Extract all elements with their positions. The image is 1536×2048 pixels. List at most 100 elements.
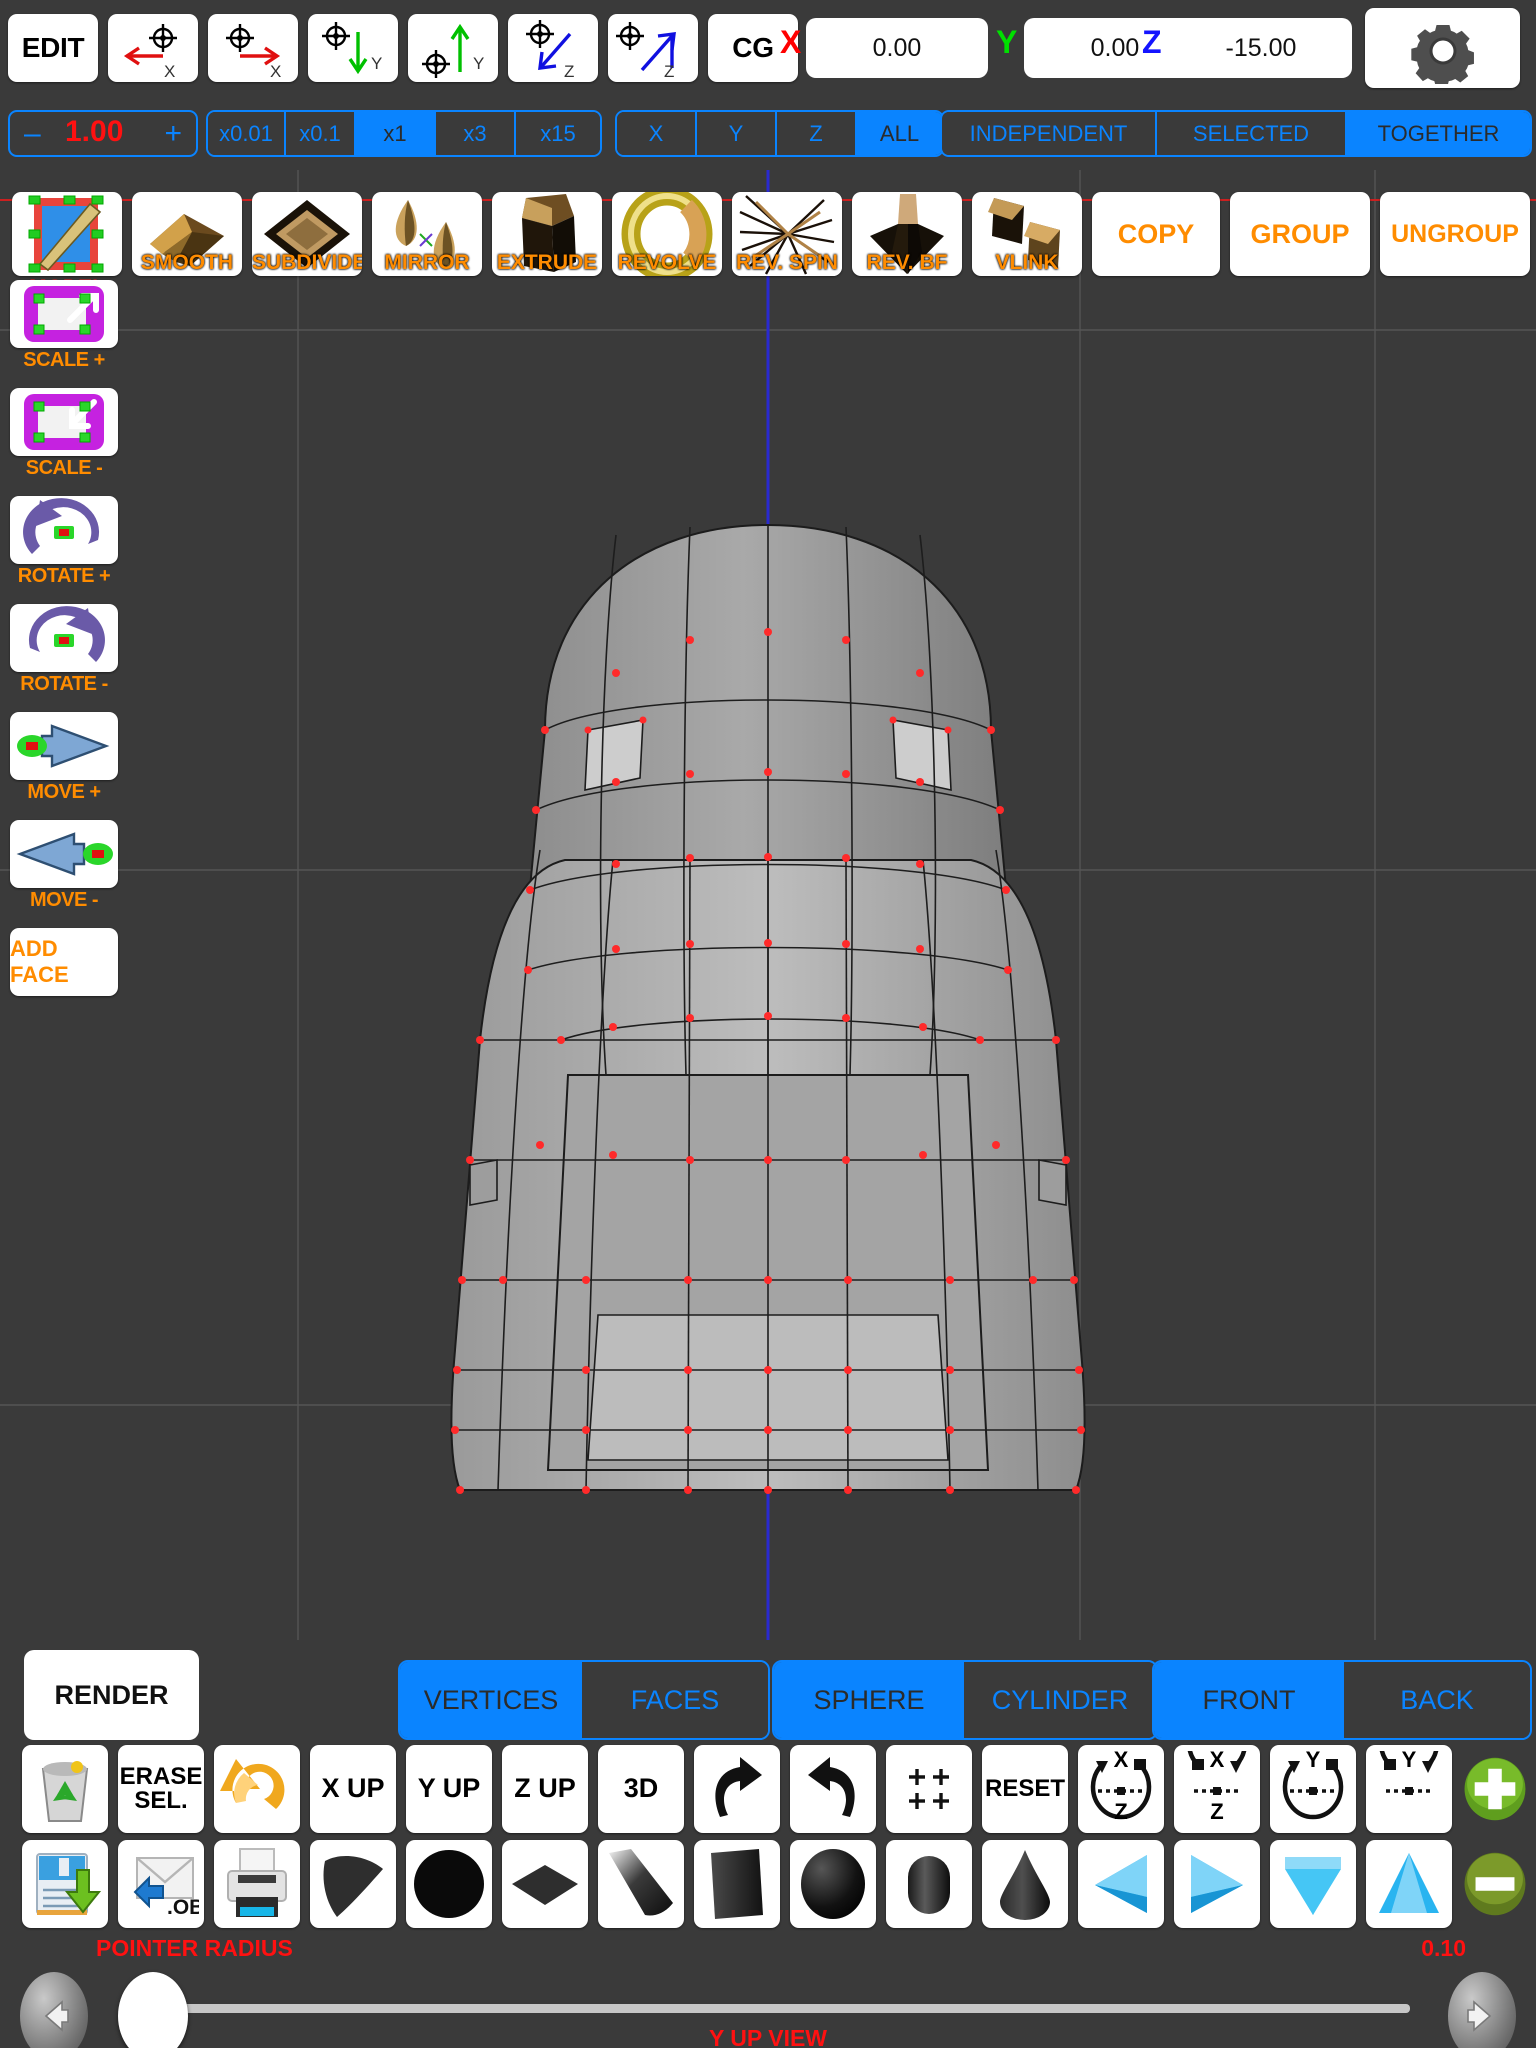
rev-bf-button[interactable]: REV. BF [852,192,962,276]
sidebar-item-rotate-plus[interactable]: ROTATE + [10,496,118,588]
sidebar-item-add-face[interactable]: ADD FACE [10,928,118,996]
coord-input-x[interactable]: 0.00 [806,18,988,78]
rotate-y-ccw-button[interactable]: Y [1270,1745,1356,1833]
3d-viewport[interactable] [0,170,1536,1640]
tab-sphere[interactable]: SPHERE [774,1662,964,1738]
print-button[interactable] [214,1840,300,1928]
settings-button[interactable] [1365,8,1520,88]
move-neg-z-button[interactable]: Z [508,14,598,82]
extrude-button[interactable]: EXTRUDE [492,192,602,276]
copy-button[interactable]: COPY [1092,192,1220,276]
add-face-button[interactable]: ADD FACE [10,928,118,996]
scale-up-button[interactable] [10,280,118,348]
move-neg-y-button[interactable]: Y [308,14,398,82]
prism-left-button[interactable] [1078,1840,1164,1928]
sphere-button[interactable] [790,1840,876,1928]
smooth-icon [150,214,224,266]
move-neg-x-button[interactable]: X [108,14,198,82]
x-up-button[interactable]: X UP [310,1745,396,1833]
model-edit-button[interactable] [12,192,122,276]
move-left-button[interactable] [10,820,118,888]
step-plus-button[interactable]: + [164,117,182,151]
multiplier-x3[interactable]: x3 [436,112,516,155]
tab-vertices[interactable]: VERTICES [400,1662,582,1738]
multiplier-x15[interactable]: x15 [516,112,600,155]
edit-button[interactable]: EDIT [8,14,98,82]
mode-independent[interactable]: INDEPENDENT [942,112,1157,155]
pyramid-up-button[interactable] [1366,1840,1452,1928]
axis-filter-x[interactable]: X [617,112,697,155]
undo-button[interactable] [694,1745,780,1833]
viewport-canvas[interactable] [0,170,1536,1640]
rev-spin-button[interactable]: REV. SPIN [732,192,842,276]
coord-label-y: Y [996,24,1018,60]
z-up-button[interactable]: Z UP [502,1745,588,1833]
rotate-ccw-button[interactable] [10,496,118,564]
axis-filter-all[interactable]: ALL [857,112,942,155]
rotate-cw-button[interactable] [10,604,118,672]
pyramid-down-button[interactable] [1270,1840,1356,1928]
ribbon-button[interactable] [598,1840,684,1928]
sidebar-item-move-plus[interactable]: MOVE + [10,712,118,804]
sidebar-item-rotate-minus[interactable]: ROTATE - [10,604,118,696]
coord-input-z[interactable]: -15.00 [1170,18,1352,78]
sidebar-item-move-minus[interactable]: MOVE - [10,820,118,912]
3d-button[interactable]: 3D [598,1745,684,1833]
rotate-xz-ccw-button[interactable]: X Z [1078,1745,1164,1833]
pointer-radius-track[interactable] [180,2004,1410,2013]
rotate-xz-cw-button[interactable]: X Z [1174,1745,1260,1833]
move-pos-y-button[interactable]: Y [408,14,498,82]
y-up-button[interactable]: Y UP [406,1745,492,1833]
svg-text:Z: Z [1210,1799,1223,1824]
move-right-button[interactable] [10,712,118,780]
multiplier-x1[interactable]: x1 [356,112,436,155]
prism-right-icon [1191,1855,1243,1913]
render-button[interactable]: RENDER [24,1650,199,1740]
multiplier-x0-01[interactable]: x0.01 [208,112,286,155]
step-value-control[interactable]: – 1.00 + [8,110,198,157]
sidebar-item-scale-plus[interactable]: SCALE + [10,280,118,372]
diamond-plane-button[interactable] [502,1840,588,1928]
save-button[interactable] [22,1840,108,1928]
undo-curve-button[interactable] [214,1745,300,1833]
erase-sel-button[interactable]: ERASE SEL. [118,1745,204,1833]
move-pos-x-button[interactable]: X [208,14,298,82]
expand-button[interactable] [886,1745,972,1833]
remove-button[interactable] [1462,1840,1528,1928]
smooth-button[interactable]: SMOOTH [132,192,242,276]
box-button[interactable] [694,1840,780,1928]
pointer-radius-label: POINTER RADIUS [96,1935,293,1961]
redo-button[interactable] [790,1745,876,1833]
cone-button[interactable] [982,1840,1068,1928]
ungroup-button[interactable]: UNGROUP [1380,192,1530,276]
revolve-button[interactable]: REVOLVE [612,192,722,276]
plane-curved-button[interactable] [310,1840,396,1928]
tab-front[interactable]: FRONT [1154,1662,1344,1738]
tab-cylinder[interactable]: CYLINDER [964,1662,1156,1738]
axis-filter-y[interactable]: Y [697,112,777,155]
import-obj-button[interactable]: .OBJ [118,1840,204,1928]
trash-button[interactable] [22,1745,108,1833]
prism-right-button[interactable] [1174,1840,1260,1928]
add-button[interactable] [1462,1745,1528,1833]
move-pos-z-button[interactable]: Z [608,14,698,82]
mode-together[interactable]: TOGETHER [1347,112,1530,155]
cylinder-button[interactable] [886,1840,972,1928]
subdivide-button[interactable]: SUBDIVIDE [252,192,362,276]
mirror-button[interactable]: MIRROR [372,192,482,276]
group-button[interactable]: GROUP [1230,192,1370,276]
step-minus-button[interactable]: – [24,117,41,151]
svg-text:X: X [164,62,175,81]
scale-down-button[interactable] [10,388,118,456]
sidebar-item-scale-minus[interactable]: SCALE - [10,388,118,480]
mode-selected[interactable]: SELECTED [1157,112,1347,155]
circle-button[interactable] [406,1840,492,1928]
multiplier-x0-1[interactable]: x0.1 [286,112,356,155]
axis-filter-z[interactable]: Z [777,112,857,155]
rotate-y-cw-button[interactable]: Y [1366,1745,1452,1833]
tab-back[interactable]: BACK [1344,1662,1530,1738]
tab-faces[interactable]: FACES [582,1662,768,1738]
reset-button[interactable]: RESET [982,1745,1068,1833]
scale-down-icon [24,394,104,450]
vlink-button[interactable]: VLINK [972,192,1082,276]
